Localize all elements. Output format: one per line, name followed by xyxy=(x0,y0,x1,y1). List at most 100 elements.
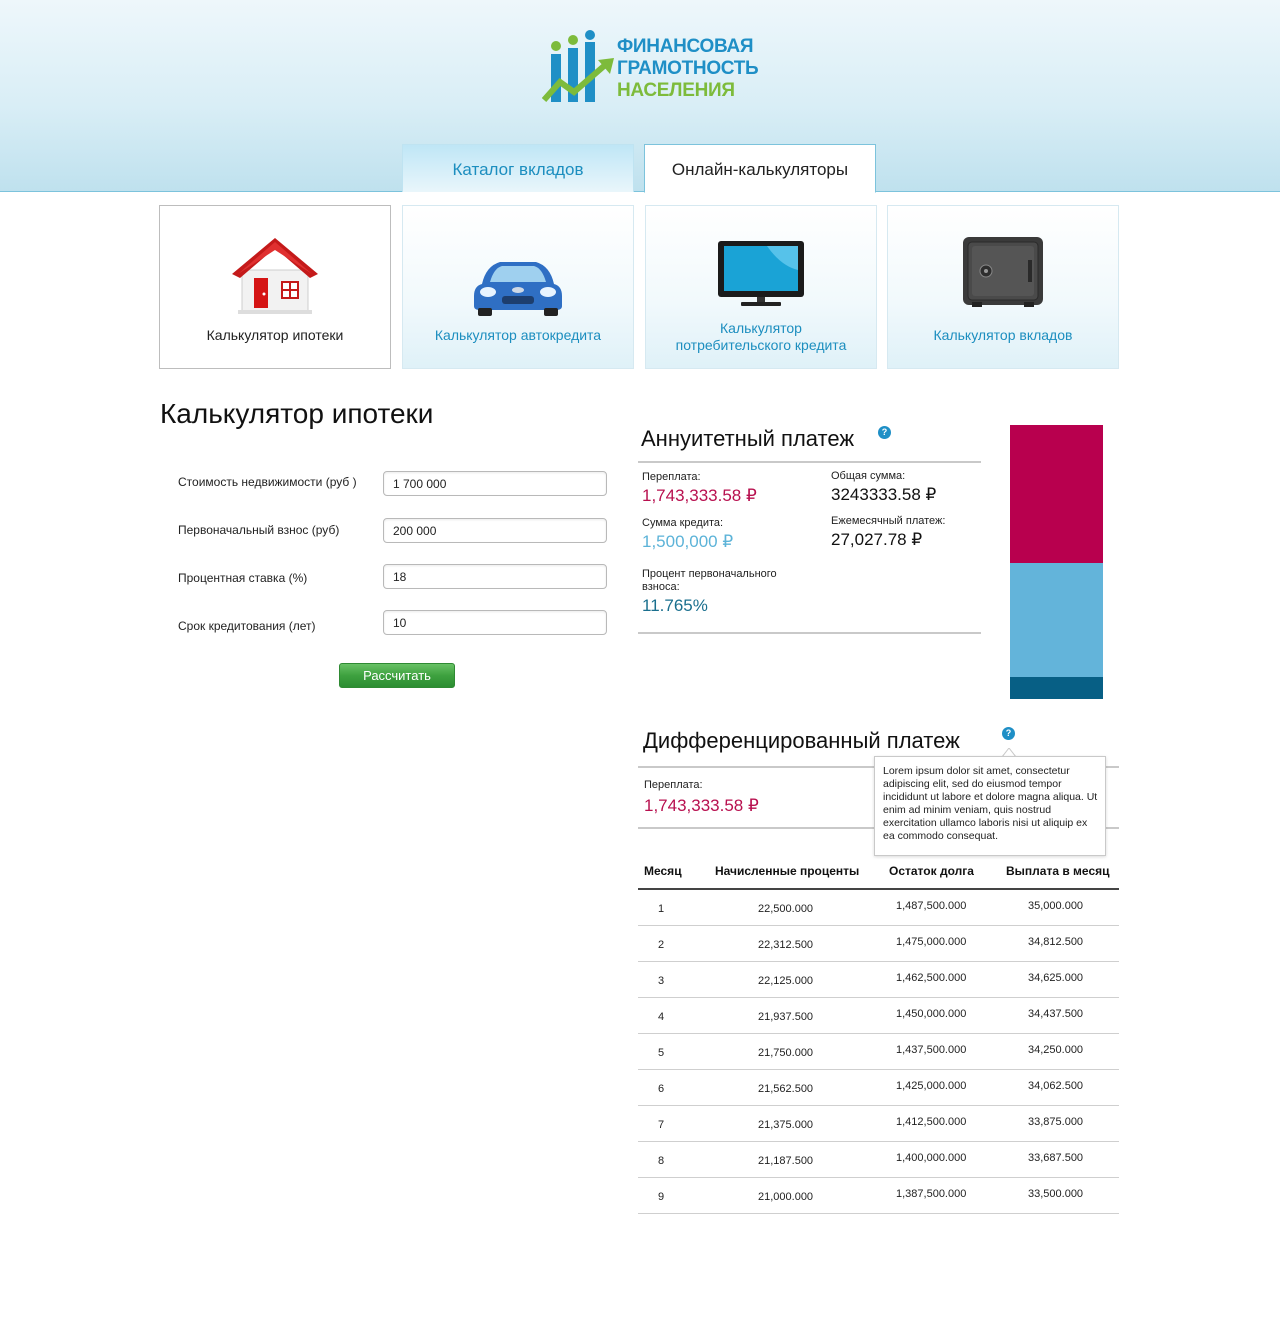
calculate-button[interactable]: Рассчитать xyxy=(339,663,455,688)
bar-segment-overpay xyxy=(1010,425,1103,563)
annuity-overpay-label: Переплата: xyxy=(642,471,701,483)
cell-month: 9 xyxy=(658,1191,665,1203)
annuity-total-label: Общая сумма: xyxy=(831,470,906,482)
logo-line-2: ГРАМОТНОСТЬ xyxy=(617,58,759,79)
cell-month: 5 xyxy=(658,1047,665,1059)
tab-deposit-catalog[interactable]: Каталог вкладов xyxy=(402,144,634,192)
down-payment-label: Первоначальный взнос (руб) xyxy=(178,523,340,537)
safe-icon xyxy=(963,237,1043,307)
monitor-icon xyxy=(718,241,804,306)
table-row: 7 21,375.000 1,412,500.000 33,875.000 xyxy=(638,1106,1119,1142)
cell-payment: 34,437.500 xyxy=(1028,1008,1084,1020)
annuity-monthly-value: 27,027.78 ₽ xyxy=(831,530,923,549)
differentiated-help-icon[interactable]: ? xyxy=(1002,727,1015,740)
cell-interest: 21,187.500 xyxy=(758,1155,814,1167)
table-header-month: Месяц xyxy=(644,864,682,878)
table-header-balance: Остаток долга xyxy=(889,864,974,878)
page-title: Калькулятор ипотеки xyxy=(160,398,434,429)
cell-interest: 22,125.000 xyxy=(758,975,814,987)
cell-interest: 22,312.500 xyxy=(758,939,814,951)
bar-segment-credit xyxy=(1010,563,1103,677)
cell-payment: 34,812.500 xyxy=(1028,936,1084,948)
table-header-interest: Начисленные проценты xyxy=(715,864,860,878)
cell-balance: 1,450,000.000 xyxy=(896,1008,967,1020)
cell-interest: 21,000.000 xyxy=(758,1191,814,1203)
house-icon xyxy=(232,238,318,314)
card-label: Калькулятор ипотеки xyxy=(206,327,344,343)
annuity-percent-value: 11.765% xyxy=(642,596,708,615)
cell-balance: 1,475,000.000 xyxy=(896,936,967,948)
annuity-percent-label-line-2: взноса: xyxy=(642,581,680,593)
cell-payment: 33,500.000 xyxy=(1028,1188,1084,1200)
card-label-line-1: Калькулятор xyxy=(720,320,802,336)
site-logo[interactable]: ФИНАНСОВАЯ ГРАМОТНОСТЬ НАСЕЛЕНИЯ xyxy=(542,30,759,110)
annuity-overpay-value: 1,743,333.58 ₽ xyxy=(642,486,757,505)
cell-balance: 1,387,500.000 xyxy=(896,1188,967,1200)
logo-line-1: ФИНАНСОВАЯ xyxy=(617,36,754,57)
annuity-total-value: 3243333.58 ₽ xyxy=(831,485,937,504)
interest-rate-input[interactable] xyxy=(383,564,607,589)
cell-payment: 33,687.500 xyxy=(1028,1152,1084,1164)
card-car-loan-calculator[interactable]: Калькулятор автокредита xyxy=(402,205,634,369)
card-consumer-loan-calculator[interactable]: Калькулятор потребительского кредита xyxy=(645,205,877,369)
annuity-credit-label: Сумма кредита: xyxy=(642,517,724,529)
loan-term-input[interactable] xyxy=(383,610,607,635)
annuity-monthly-label: Ежемесячный платеж: xyxy=(831,515,946,527)
cell-interest: 21,562.500 xyxy=(758,1083,814,1095)
table-row: 8 21,187.500 1,400,000.000 33,687.500 xyxy=(638,1142,1119,1178)
property-cost-label: Стоимость недвижимости (руб ) xyxy=(178,475,357,489)
cell-balance: 1,412,500.000 xyxy=(896,1116,967,1128)
differentiated-title: Дифференцированный платеж xyxy=(643,728,960,753)
cell-payment: 34,062.500 xyxy=(1028,1080,1084,1092)
cell-payment: 35,000.000 xyxy=(1028,900,1084,912)
card-label: Калькулятор автокредита xyxy=(434,327,602,343)
cell-interest: 21,750.000 xyxy=(758,1047,814,1059)
card-deposit-calculator[interactable]: Калькулятор вкладов xyxy=(887,205,1119,369)
logo-text: ФИНАНСОВАЯ ГРАМОТНОСТЬ НАСЕЛЕНИЯ xyxy=(617,36,759,102)
cell-month: 7 xyxy=(658,1119,665,1131)
cell-month: 6 xyxy=(658,1083,665,1095)
car-icon xyxy=(474,262,562,316)
table-row: 1 22,500.000 1,487,500.000 35,000.000 xyxy=(638,890,1119,926)
card-mortgage-calculator[interactable]: Калькулятор ипотеки xyxy=(159,205,391,369)
cell-balance: 1,400,000.000 xyxy=(896,1152,967,1164)
logo-line-3: НАСЕЛЕНИЯ xyxy=(617,80,735,101)
annuity-help-icon[interactable]: ? xyxy=(878,426,891,439)
bar-segment-down-payment xyxy=(1010,677,1103,699)
cell-interest: 21,937.500 xyxy=(758,1011,814,1023)
differentiated-overpay-label: Переплата: xyxy=(644,779,703,791)
down-payment-input[interactable] xyxy=(383,518,607,543)
logo-chart-icon xyxy=(542,30,614,102)
cell-month: 2 xyxy=(658,939,665,951)
table-row: 2 22,312.500 1,475,000.000 34,812.500 xyxy=(638,926,1119,962)
table-row: 6 21,562.500 1,425,000.000 34,062.500 xyxy=(638,1070,1119,1106)
site-header: ФИНАНСОВАЯ ГРАМОТНОСТЬ НАСЕЛЕНИЯ Каталог… xyxy=(0,0,1280,193)
annuity-divider-top xyxy=(638,461,981,463)
cell-month: 4 xyxy=(658,1011,665,1023)
property-cost-input[interactable] xyxy=(383,471,607,496)
card-label-line-2: потребительского кредита xyxy=(675,337,847,353)
cell-interest: 21,375.000 xyxy=(758,1119,814,1131)
loan-term-label: Срок кредитования (лет) xyxy=(178,619,316,633)
differentiated-overpay-value: 1,743,333.58 ₽ xyxy=(644,796,759,815)
table-row: 5 21,750.000 1,437,500.000 34,250.000 xyxy=(638,1034,1119,1070)
table-row: 4 21,937.500 1,450,000.000 34,437.500 xyxy=(638,998,1119,1034)
cell-payment: 34,625.000 xyxy=(1028,972,1084,984)
cell-payment: 33,875.000 xyxy=(1028,1116,1084,1128)
cell-balance: 1,487,500.000 xyxy=(896,900,967,912)
annuity-divider-bottom xyxy=(638,632,981,634)
payment-structure-bar xyxy=(1010,425,1103,699)
table-row: 3 22,125.000 1,462,500.000 34,625.000 xyxy=(638,962,1119,998)
cell-balance: 1,462,500.000 xyxy=(896,972,967,984)
tab-online-calculators[interactable]: Онлайн-калькуляторы xyxy=(644,144,876,193)
table-header-payment: Выплата в месяц xyxy=(1006,864,1110,878)
help-tooltip: Lorem ipsum dolor sit amet, consectetur … xyxy=(874,756,1106,856)
cell-balance: 1,437,500.000 xyxy=(896,1044,967,1056)
cell-payment: 34,250.000 xyxy=(1028,1044,1084,1056)
card-label: Калькулятор вкладов xyxy=(933,327,1073,343)
cell-interest: 22,500.000 xyxy=(758,903,814,915)
table-row: 9 21,000.000 1,387,500.000 33,500.000 xyxy=(638,1178,1119,1214)
annuity-credit-value: 1,500,000 ₽ xyxy=(642,532,734,551)
cell-balance: 1,425,000.000 xyxy=(896,1080,967,1092)
cell-month: 8 xyxy=(658,1155,665,1167)
